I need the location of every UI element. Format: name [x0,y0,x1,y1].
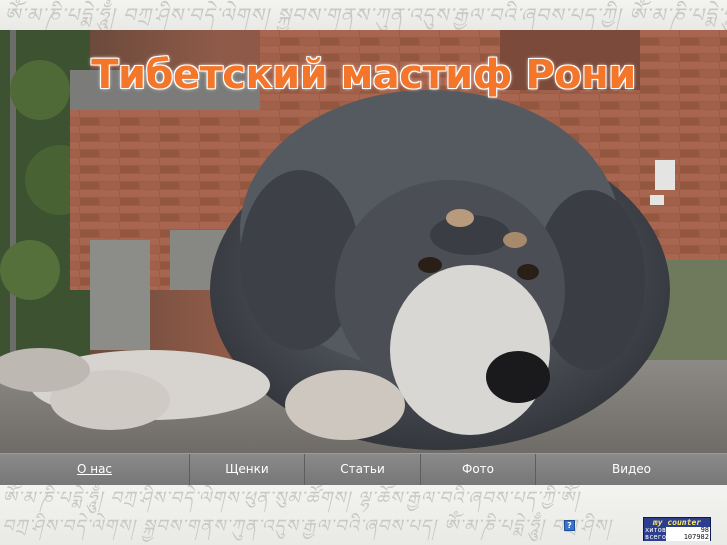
nav-item-label[interactable]: Видео [612,462,651,476]
nav-item-video[interactable]: Видео [536,454,727,486]
bottom-decorative-band: ཨོཾ་མ་ཎི་པདྨེ་ཧཱུྃ། བཀྲ་ཤིས་བདེ་ལེགས་ཕུན… [0,485,727,545]
nav-item-puppies[interactable]: Щенки [190,454,305,486]
bottom-tibetan-script-line-2: བཀྲ་ཤིས་བདེ་ལེགས། སྐྱབས་གནས་ཀུན་འདུས་རྒྱ… [2,516,612,537]
bottom-tibetan-script-line-1: ཨོཾ་མ་ཎི་པདྨེ་ཧཱུྃ། བཀྲ་ཤིས་བདེ་ལེགས་ཕུན… [2,488,580,509]
help-icon[interactable]: ? [564,520,575,531]
nav-item-label[interactable]: Статьи [340,462,385,476]
top-decorative-band: ཨོཾ་མ་ཎི་པདྨེ་ཧཱུྃ། བཀྲ་ཤིས་བདེ་ལེགས། སྐ… [0,0,727,30]
main-nav: О нас Щенки Статьи Фото Видео [0,453,727,486]
nav-item-label[interactable]: Щенки [225,462,268,476]
visit-counter[interactable]: my counter хитов 98 всего 107982 [643,517,711,541]
counter-value: 107982 [666,534,710,541]
counter-row-total: всего 107982 [644,534,710,541]
nav-item-about[interactable]: О нас [0,454,190,486]
hero-photo: Тибетский мастиф Рони [0,30,727,453]
nav-item-label[interactable]: О нас [77,462,112,476]
nav-item-photo[interactable]: Фото [421,454,536,486]
top-tibetan-script: ཨོཾ་མ་ཎི་པདྨེ་ཧཱུྃ། བཀྲ་ཤིས་བདེ་ལེགས། སྐ… [4,3,727,27]
site-title: Тибетский мастиф Рони [91,52,636,98]
nav-item-label[interactable]: Фото [462,462,494,476]
nav-item-articles[interactable]: Статьи [305,454,421,486]
counter-label: всего [644,533,667,541]
